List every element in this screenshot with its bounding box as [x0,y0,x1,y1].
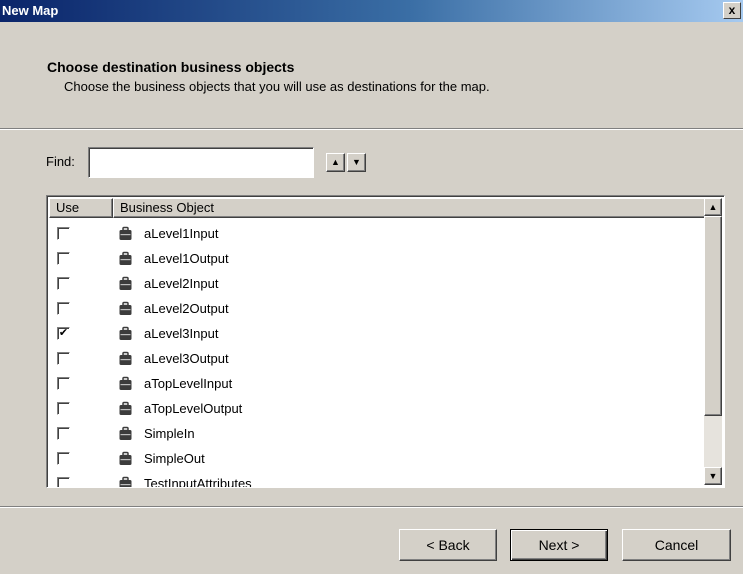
arrow-up-icon: ▲ [708,202,718,212]
column-header-business-object[interactable]: Business Object [113,198,706,218]
business-object-name: aLevel3Output [144,351,229,366]
use-checkbox[interactable] [57,377,70,390]
list-item[interactable]: aLevel2Input [49,272,706,297]
list-item[interactable]: aLevel2Output [49,297,706,322]
business-object-icon [118,301,133,316]
header-divider [0,128,743,130]
close-button[interactable]: x [723,2,741,19]
cancel-button[interactable]: Cancel [622,529,731,561]
vertical-scrollbar[interactable]: ▲ ▼ [704,198,722,485]
business-object-icon [118,401,133,416]
business-object-name: aLevel1Input [144,226,219,241]
business-object-icon [118,276,133,291]
business-object-icon [118,476,133,487]
business-object-icon [118,251,133,266]
window-title: New Map [2,3,59,18]
business-object-name: aTopLevelInput [144,376,233,391]
column-header-use[interactable]: Use [49,198,113,218]
close-icon: x [728,3,736,17]
page-title: Choose destination business objects [47,59,295,75]
list-item[interactable]: aLevel1Output [49,247,706,272]
list-item[interactable]: aTopLevelOutput [49,397,706,422]
page-subtitle: Choose the business objects that you wil… [64,79,490,94]
business-object-name: aLevel3Input [144,326,219,341]
use-checkbox[interactable] [57,402,70,415]
use-checkbox[interactable] [57,477,70,487]
title-bar: New Map x [0,0,743,22]
arrow-down-icon: ▼ [352,157,361,167]
use-checkbox[interactable] [57,277,70,290]
next-button[interactable]: Next > [510,529,608,561]
list-item[interactable]: SimpleOut [49,447,706,472]
scroll-thumb[interactable] [704,216,722,416]
business-object-name: aLevel2Output [144,301,229,316]
list-item[interactable]: TestInputAttributes [49,472,706,488]
back-button[interactable]: < Back [399,529,497,561]
list-item[interactable]: aLevel3Output [49,347,706,372]
find-label: Find: [46,154,75,169]
business-object-list[interactable]: Use Business Object aLevel1Input aLevel1O… [46,195,725,488]
list-item[interactable]: aTopLevelInput [49,372,706,397]
business-object-icon [118,426,133,441]
use-checkbox[interactable] [57,452,70,465]
business-object-icon [118,376,133,391]
list-item[interactable]: aLevel1Input [49,222,706,247]
business-object-name: aLevel2Input [144,276,219,291]
use-checkbox[interactable]: ✔ [57,327,70,340]
business-object-name: aLevel1Output [144,251,229,266]
business-object-icon [118,451,133,466]
list-header: Use Business Object [49,198,706,218]
business-object-icon [118,226,133,241]
use-checkbox[interactable] [57,352,70,365]
wizard-header: Choose destination business objects Choo… [0,22,743,128]
use-checkbox[interactable] [57,302,70,315]
list-rows: aLevel1Input aLevel1Output aLevel2Input aLe… [49,222,706,488]
arrow-up-icon: ▲ [331,157,340,167]
list-item[interactable]: SimpleIn [49,422,706,447]
business-object-icon [118,326,133,341]
list-item[interactable]: ✔ aLevel3Input [49,322,706,347]
find-next-button[interactable]: ▼ [347,153,366,172]
find-previous-button[interactable]: ▲ [326,153,345,172]
use-checkbox[interactable] [57,252,70,265]
scroll-up-button[interactable]: ▲ [704,198,722,216]
business-object-name: SimpleIn [144,426,195,441]
business-object-name: aTopLevelOutput [144,401,243,416]
find-input[interactable] [88,147,314,178]
arrow-down-icon: ▼ [708,471,718,481]
use-checkbox[interactable] [57,227,70,240]
scroll-down-button[interactable]: ▼ [704,467,722,485]
use-checkbox[interactable] [57,427,70,440]
business-object-icon [118,351,133,366]
business-object-name: SimpleOut [144,451,205,466]
business-object-name: TestInputAttributes [144,476,252,488]
